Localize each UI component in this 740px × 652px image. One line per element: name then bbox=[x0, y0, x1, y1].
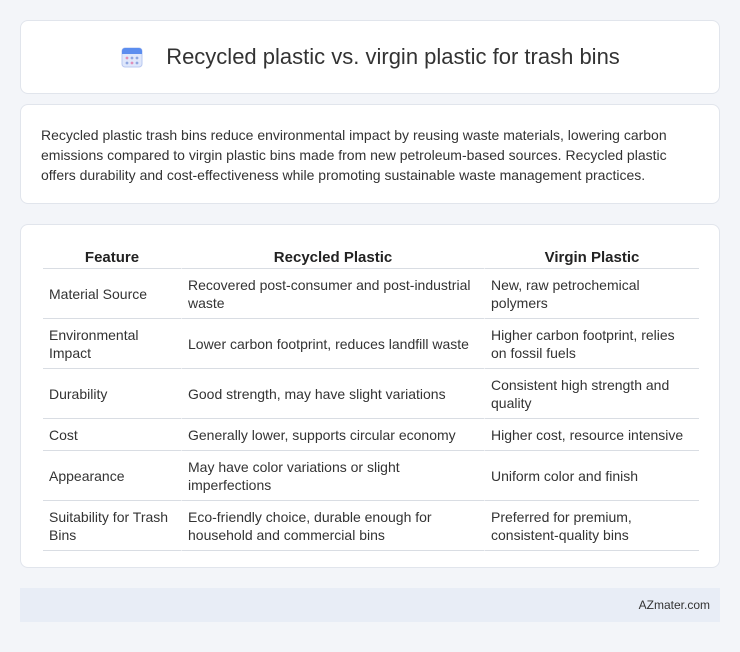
table-row: Appearance May have color variations or … bbox=[43, 451, 699, 501]
calendar-icon bbox=[120, 45, 144, 69]
footer-site: AZmater.com bbox=[638, 598, 710, 612]
title-card: Recycled plastic vs. virgin plastic for … bbox=[20, 20, 720, 94]
table-row: Cost Generally lower, supports circular … bbox=[43, 419, 699, 451]
feature-cell: Durability bbox=[43, 369, 181, 419]
virgin-cell: Uniform color and finish bbox=[484, 451, 699, 501]
intro-card: Recycled plastic trash bins reduce envir… bbox=[20, 104, 720, 204]
table-header-row: Feature Recycled Plastic Virgin Plastic bbox=[43, 245, 699, 269]
table-row: Environmental Impact Lower carbon footpr… bbox=[43, 319, 699, 369]
table-row: Durability Good strength, may have sligh… bbox=[43, 369, 699, 419]
table-row: Suitability for Trash Bins Eco-friendly … bbox=[43, 501, 699, 551]
recycled-cell: Good strength, may have slight variation… bbox=[181, 369, 484, 419]
intro-text: Recycled plastic trash bins reduce envir… bbox=[41, 127, 667, 183]
comparison-card: Feature Recycled Plastic Virgin Plastic … bbox=[20, 224, 720, 568]
recycled-cell: Generally lower, supports circular econo… bbox=[181, 419, 484, 451]
footer: AZmater.com bbox=[20, 588, 720, 622]
recycled-cell: Recovered post-consumer and post-industr… bbox=[181, 269, 484, 319]
recycled-cell: Lower carbon footprint, reduces landfill… bbox=[181, 319, 484, 369]
virgin-cell: Preferred for premium, consistent-qualit… bbox=[484, 501, 699, 551]
feature-cell: Environmental Impact bbox=[43, 319, 181, 369]
header-virgin: Virgin Plastic bbox=[484, 245, 699, 269]
virgin-cell: Consistent high strength and quality bbox=[484, 369, 699, 419]
header-recycled: Recycled Plastic bbox=[181, 245, 484, 269]
header-feature: Feature bbox=[43, 245, 181, 269]
virgin-cell: Higher carbon footprint, relies on fossi… bbox=[484, 319, 699, 369]
feature-cell: Suitability for Trash Bins bbox=[43, 501, 181, 551]
page-title: Recycled plastic vs. virgin plastic for … bbox=[166, 44, 620, 69]
comparison-table: Feature Recycled Plastic Virgin Plastic … bbox=[43, 245, 699, 551]
feature-cell: Cost bbox=[43, 419, 181, 451]
virgin-cell: Higher cost, resource intensive bbox=[484, 419, 699, 451]
feature-cell: Appearance bbox=[43, 451, 181, 501]
recycled-cell: Eco-friendly choice, durable enough for … bbox=[181, 501, 484, 551]
table-row: Material Source Recovered post-consumer … bbox=[43, 269, 699, 319]
feature-cell: Material Source bbox=[43, 269, 181, 319]
virgin-cell: New, raw petrochemical polymers bbox=[484, 269, 699, 319]
recycled-cell: May have color variations or slight impe… bbox=[181, 451, 484, 501]
